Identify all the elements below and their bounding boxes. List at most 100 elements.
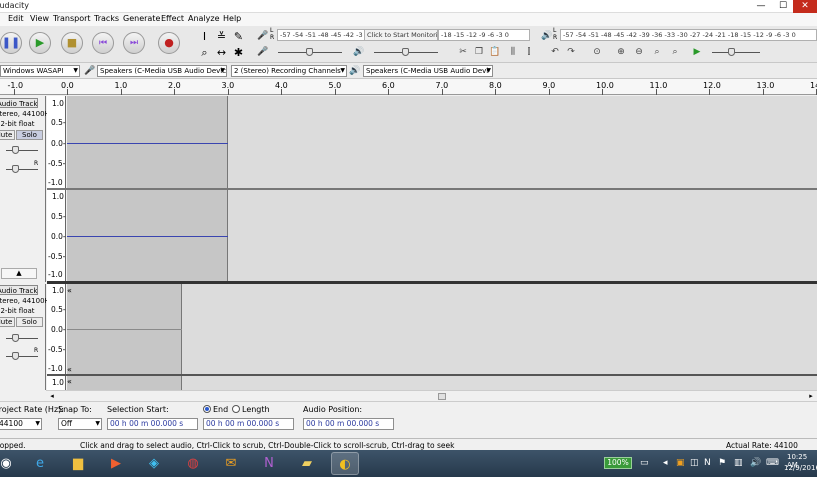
recording-device-select[interactable]: Speakers (C-Media USB Audio Devic ▼: [97, 65, 227, 77]
fit-selection-icon[interactable]: ⌕: [650, 45, 664, 59]
redo-icon[interactable]: ↷: [564, 45, 578, 59]
network-icon[interactable]: ▥: [734, 458, 743, 468]
audacity-taskbar-icon[interactable]: ◐: [331, 452, 359, 475]
ruler-tick: [655, 89, 657, 95]
record-meter-scale-right[interactable]: -18 -15 -12 -9 -6 -3 0: [438, 29, 530, 41]
horizontal-scrollbar[interactable]: ◂ ▸: [46, 390, 817, 401]
outlook-icon[interactable]: ✉: [217, 452, 245, 475]
stop-button[interactable]: ■: [61, 32, 83, 54]
end-radio[interactable]: [203, 405, 211, 413]
snap-to-select[interactable]: Off ▼: [58, 418, 102, 430]
skip-start-button[interactable]: ⏮: [92, 32, 114, 54]
playback-volume-slider[interactable]: [368, 47, 444, 57]
track-1-mute-button[interactable]: Mute: [0, 130, 15, 140]
sync-lock-icon[interactable]: ⊙: [590, 45, 604, 59]
screen-icon[interactable]: ▭: [640, 458, 649, 468]
paste-icon[interactable]: 📋: [488, 45, 502, 59]
clip-left-arrow-icon[interactable]: «: [67, 377, 72, 386]
clock-date[interactable]: 12/9/2016: [784, 464, 817, 472]
tray-onenote-icon[interactable]: N: [704, 458, 711, 468]
zoom-in-icon[interactable]: ⊕: [614, 45, 628, 59]
undo-icon[interactable]: ↶: [548, 45, 562, 59]
speaker-icon[interactable]: 🔊: [540, 29, 554, 43]
tray-outlook-icon[interactable]: ▣: [676, 458, 685, 468]
scroll-left-icon[interactable]: ◂: [46, 392, 58, 401]
media-player-icon[interactable]: ▶: [102, 452, 130, 475]
menu-help[interactable]: Help: [223, 14, 241, 23]
recording-channels-select[interactable]: 2 (Stereo) Recording Channels ▼: [231, 65, 347, 77]
play-button[interactable]: ▶: [29, 32, 51, 54]
record-button[interactable]: ●: [158, 32, 180, 54]
menu-effect[interactable]: Effect: [161, 14, 184, 23]
selection-start-time[interactable]: 00 h 00 m 00.000 s: [107, 418, 198, 430]
skip-end-button[interactable]: ⏭: [123, 32, 145, 54]
fit-project-icon[interactable]: ⌕: [668, 45, 682, 59]
chrome-icon[interactable]: ◍: [179, 452, 207, 475]
cut-icon[interactable]: ✂: [456, 45, 470, 59]
playback-device-select[interactable]: Speakers (C-Media USB Audio Devi ▼: [363, 65, 493, 77]
track-1-name-menu[interactable]: Audio Track ▼: [0, 98, 38, 108]
play-speed-slider[interactable]: [706, 47, 766, 57]
record-meter-scale[interactable]: -57 -54 -51 -48 -45 -42 -3: [277, 29, 365, 41]
copy-icon[interactable]: ❐: [472, 45, 486, 59]
tray-flag-icon[interactable]: ⚑: [718, 458, 726, 468]
multi-tool-icon[interactable]: ✱: [231, 45, 246, 60]
tray-expand-icon[interactable]: ◂: [663, 458, 668, 468]
clip-left-arrow-icon[interactable]: «: [67, 286, 72, 295]
zoom-tool-icon[interactable]: ⌕: [197, 45, 212, 60]
menu-edit[interactable]: Edit: [8, 14, 24, 23]
track-2-ch2-clip[interactable]: [67, 376, 183, 390]
track-1-collapse-button[interactable]: ▲: [1, 268, 37, 279]
draw-tool-icon[interactable]: ✎: [231, 29, 246, 44]
envelope-tool-icon[interactable]: ≚: [214, 29, 229, 44]
track-1-gain-slider[interactable]: [0, 145, 44, 155]
keyboard-icon[interactable]: ⌨: [766, 458, 779, 468]
silence-icon[interactable]: ⫿: [522, 45, 536, 59]
scroll-right-icon[interactable]: ▸: [805, 392, 817, 401]
close-button[interactable]: ✕: [793, 0, 817, 13]
project-rate-select[interactable]: 44100 ▼: [0, 418, 42, 430]
maximize-button[interactable]: ☐: [773, 0, 793, 13]
scroll-thumb[interactable]: [438, 393, 446, 400]
battery-indicator[interactable]: 100%: [604, 457, 632, 469]
length-radio[interactable]: [232, 405, 240, 413]
minimize-button[interactable]: —: [750, 0, 772, 13]
menu-transport[interactable]: Transport: [53, 14, 91, 23]
clip-left-arrow-icon[interactable]: «: [67, 365, 72, 374]
track-2-pan-slider[interactable]: [0, 351, 44, 361]
track-2-mute-button[interactable]: Mute: [0, 317, 15, 327]
onenote-icon[interactable]: N: [255, 452, 283, 475]
trim-icon[interactable]: ⫼: [506, 45, 520, 59]
audio-position-time[interactable]: 00 h 00 m 00.000 s: [303, 418, 394, 430]
record-meter-prompt[interactable]: Click to Start Monitoring: [364, 29, 438, 41]
audio-host-select[interactable]: Windows WASAPI ▼: [0, 65, 80, 77]
tray-app-icon[interactable]: ◫: [690, 458, 699, 468]
zoom-out-icon[interactable]: ⊖: [632, 45, 646, 59]
start-button-icon[interactable]: ◉: [0, 452, 20, 475]
store-icon[interactable]: ◈: [140, 452, 168, 475]
recording-volume-slider[interactable]: [272, 47, 348, 57]
play-at-speed-icon[interactable]: ▶: [690, 45, 704, 59]
menu-analyze[interactable]: Analyze: [188, 14, 220, 23]
menu-generate[interactable]: Generate: [123, 14, 160, 23]
speaker-volume-icon: 🔊: [353, 47, 365, 57]
menu-view[interactable]: View: [30, 14, 49, 23]
track-1-ch1-clip[interactable]: [67, 96, 228, 188]
volume-icon[interactable]: 🔊: [750, 458, 761, 468]
selection-tool-icon[interactable]: I: [197, 29, 212, 44]
timeshift-tool-icon[interactable]: ↔: [214, 45, 229, 60]
track-2-solo-button[interactable]: Solo: [16, 317, 43, 327]
pause-button[interactable]: ❚❚: [0, 32, 22, 54]
track-2-name-menu[interactable]: Audio Track ▼: [0, 285, 38, 295]
selection-end-time[interactable]: 00 h 00 m 00.000 s: [203, 418, 294, 430]
playback-meter-scale[interactable]: -57 -54 -51 -48 -45 -42 -39 -36 -33 -30 …: [560, 29, 817, 41]
internet-explorer-icon[interactable]: e: [26, 452, 54, 475]
track-1-solo-button[interactable]: Solo: [16, 130, 43, 140]
track-1-pan-slider[interactable]: [0, 164, 44, 174]
file-explorer-icon[interactable]: ▆: [64, 452, 92, 475]
ruler-tick: [67, 89, 68, 95]
menu-tracks[interactable]: Tracks: [94, 14, 119, 23]
microphone-icon[interactable]: 🎤: [256, 29, 270, 43]
track-2-gain-slider[interactable]: [0, 333, 44, 343]
sticky-notes-icon[interactable]: ▰: [293, 452, 321, 475]
